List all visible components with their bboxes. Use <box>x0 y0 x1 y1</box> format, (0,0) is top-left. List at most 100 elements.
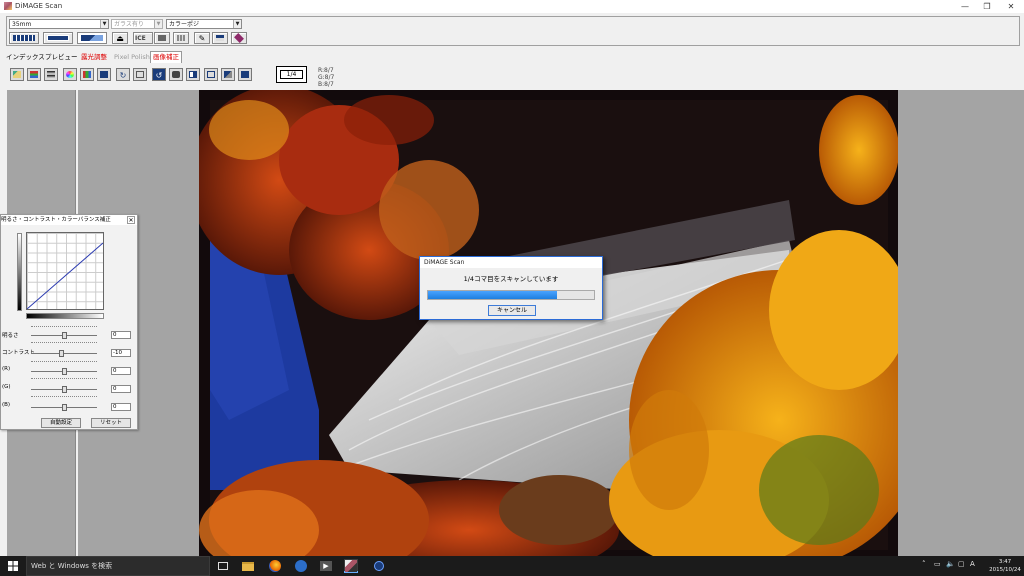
cancel-button[interactable]: キャンセル <box>488 305 536 316</box>
slider-ticks <box>31 361 97 362</box>
help-button[interactable] <box>231 32 247 44</box>
tool-split[interactable] <box>204 68 218 81</box>
split-icon <box>207 71 215 78</box>
panel-close-icon[interactable]: ✕ <box>127 216 135 224</box>
grain-button[interactable] <box>154 32 170 44</box>
brightness-value[interactable]: 0 <box>111 331 131 339</box>
panel-title: 明るさ・コントラスト・カラーバランス補正 <box>1 215 137 225</box>
dialog-title: DiMAGE Scan <box>420 257 602 268</box>
rgb-readout-b: B:8/7 <box>318 81 334 88</box>
notification-icon[interactable]: ▢ <box>958 560 965 568</box>
blue-value[interactable]: 0 <box>111 403 131 411</box>
firefox-icon[interactable] <box>268 559 282 573</box>
file-explorer-icon[interactable] <box>241 559 255 573</box>
red-value[interactable]: 0 <box>111 367 131 375</box>
tone-curve-graph[interactable] <box>26 232 104 310</box>
tab-preview[interactable]: プレビュー <box>45 52 78 63</box>
tool-color-correct[interactable] <box>80 68 94 81</box>
red-thumb[interactable] <box>62 368 67 375</box>
preferences-button[interactable] <box>212 32 228 44</box>
rgb-readout-g: G:8/7 <box>318 74 335 81</box>
task-view-icon[interactable] <box>216 559 230 573</box>
tool-frame[interactable] <box>133 68 147 81</box>
camera-icon <box>172 71 180 78</box>
eject-icon: ⏏ <box>116 34 124 43</box>
app-icon-blue[interactable] <box>372 559 386 573</box>
red-label: (R) <box>2 366 11 372</box>
prescan-icon <box>47 35 69 41</box>
contrast-value[interactable]: -10 <box>111 349 131 357</box>
tone-curve-line <box>27 242 103 309</box>
tool-compare[interactable] <box>186 68 200 81</box>
curves-icon <box>47 71 55 78</box>
output-gradient-bar <box>17 233 22 311</box>
index-scan-button[interactable] <box>9 32 39 44</box>
green-thumb[interactable] <box>62 386 67 393</box>
tab-index[interactable]: インデックス <box>6 52 45 63</box>
maximize-button[interactable]: ❐ <box>980 1 994 12</box>
brightness-thumb[interactable] <box>62 332 67 339</box>
tool-fullscreen[interactable] <box>238 68 252 81</box>
slider-ticks <box>31 326 97 327</box>
grid-button[interactable] <box>173 32 189 44</box>
preview-image <box>199 90 898 556</box>
ice-button[interactable]: ICE <box>133 32 153 44</box>
media-player-icon[interactable] <box>294 559 308 573</box>
tool-levels[interactable] <box>27 68 41 81</box>
input-method-indicator[interactable]: A <box>970 560 975 568</box>
video-icon[interactable]: ▶ <box>319 559 333 573</box>
tool-undo[interactable]: ↺ <box>152 68 166 81</box>
ice-icon: ICE <box>135 35 146 42</box>
tab-image-correction[interactable]: 画像補正 <box>150 51 182 63</box>
book-icon <box>234 33 244 43</box>
tab-exposure[interactable]: 露光調整 <box>81 52 107 63</box>
color-mode-select[interactable]: カラーポジ ▼ <box>166 19 242 29</box>
frame-icon <box>136 71 144 78</box>
tool-curves[interactable] <box>44 68 58 81</box>
tray-expand-icon[interactable]: ˄ <box>922 560 926 568</box>
auto-setting-button[interactable]: 自動設定 <box>41 418 81 428</box>
close-button[interactable]: ✕ <box>1004 1 1018 12</box>
tool-histogram[interactable] <box>10 68 24 81</box>
tool-layers[interactable] <box>221 68 235 81</box>
green-value[interactable]: 0 <box>111 385 131 393</box>
rgb-icon <box>83 71 91 78</box>
holder-select[interactable]: ガラス有り ▼ <box>111 19 163 29</box>
clock[interactable]: 3:47 2015/10/24 <box>988 558 1022 574</box>
taskbar: Web と Windows を検索 ▶ ˄ ▭ 🔈 ▢ A 3:47 2015/… <box>0 556 1024 576</box>
tool-hue[interactable] <box>97 68 111 81</box>
monitor-icon <box>100 71 108 78</box>
brightness-label: 明るさ <box>2 333 19 339</box>
green-label: (G) <box>2 384 11 390</box>
dimage-scan-taskbar-icon[interactable] <box>344 559 358 573</box>
eject-button[interactable]: ⏏ <box>112 32 128 44</box>
app-icon <box>4 2 12 10</box>
tool-snapshot[interactable] <box>169 68 183 81</box>
contrast-thumb[interactable] <box>59 350 64 357</box>
rotate-icon: ↻ <box>119 71 127 80</box>
settings-button[interactable]: ✎ <box>194 32 210 44</box>
color-wheel-icon <box>66 71 74 78</box>
blue-thumb[interactable] <box>62 404 67 411</box>
contrast-slider[interactable] <box>31 353 97 354</box>
pen-icon: ✎ <box>198 34 206 43</box>
index-icon <box>13 35 35 41</box>
scan-button[interactable] <box>77 32 107 44</box>
tool-color-wheel[interactable] <box>63 68 77 81</box>
window-title: DiMAGE Scan <box>15 2 63 10</box>
tool-rotate[interactable]: ↻ <box>116 68 130 81</box>
network-icon[interactable]: ▭ <box>934 560 941 568</box>
tab-pixel-polish[interactable]: Pixel Polish <box>114 52 150 63</box>
levels-icon <box>30 71 38 78</box>
color-mode-value: カラーポジ <box>169 21 200 28</box>
film-type-select[interactable]: 35mm ▼ <box>9 19 109 29</box>
reset-button[interactable]: リセット <box>91 418 131 428</box>
volume-icon[interactable]: 🔈 <box>946 560 955 568</box>
tone-correction-panel: 明るさ・コントラスト・カラーバランス補正 ✕ 明るさ 0 コントラスト -10 … <box>0 214 138 430</box>
minimize-button[interactable]: — <box>958 1 972 12</box>
scan-toolbar: 35mm ▼ ガラス有り ▼ カラーポジ ▼ ⏏ ICE ✎ <box>6 16 1020 46</box>
windows-icon <box>8 561 18 571</box>
prescan-button[interactable] <box>43 32 73 44</box>
start-button[interactable] <box>0 556 26 576</box>
taskbar-search[interactable]: Web と Windows を検索 <box>26 556 210 576</box>
